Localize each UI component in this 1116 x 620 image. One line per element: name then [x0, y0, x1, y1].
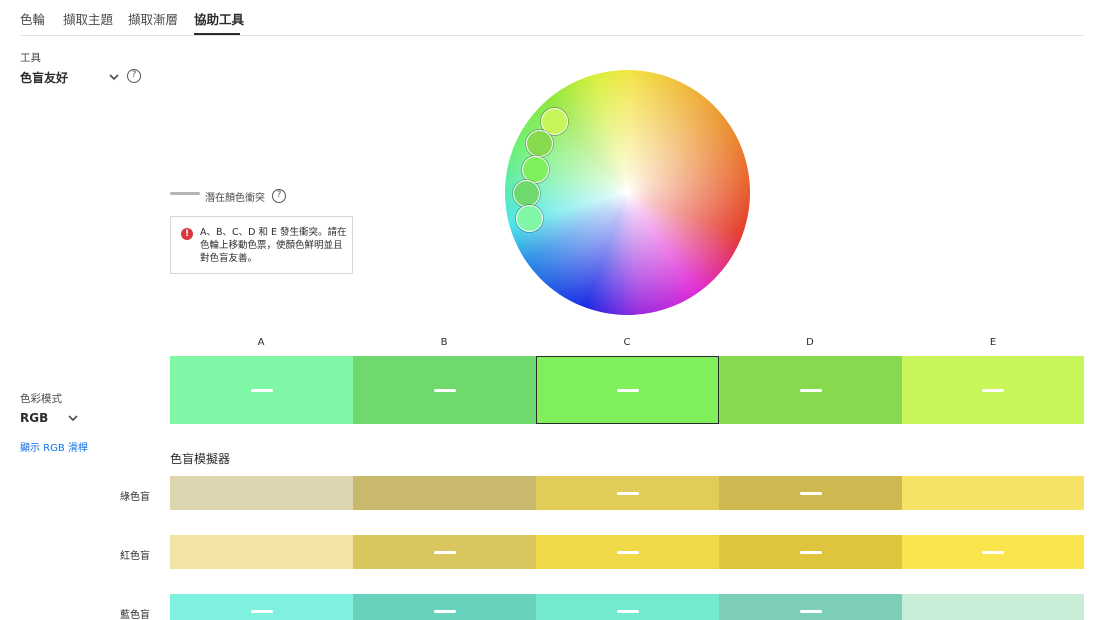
conflict-mark-icon: [616, 388, 639, 392]
wheel-color-handle[interactable]: [513, 180, 540, 207]
simulated-swatch: [902, 535, 1084, 569]
simulated-swatch: [353, 535, 536, 569]
conflict-mark-icon: [433, 609, 456, 613]
color-mode-dropdown-value[interactable]: RGB: [20, 411, 48, 425]
simulated-swatch: [170, 476, 353, 510]
conflict-help-icon[interactable]: ?: [272, 189, 286, 203]
conflict-mark-icon: [616, 609, 639, 613]
simulated-swatch: [536, 535, 719, 569]
conflict-mark-icon: [250, 388, 273, 392]
conflict-mark-icon: [799, 388, 822, 392]
error-icon: !: [181, 228, 193, 240]
simulated-swatch: [719, 594, 902, 620]
color-wheel[interactable]: [505, 70, 750, 315]
conflict-legend-text: 潛在顏色衝突: [205, 193, 265, 204]
tool-label: 工具: [20, 52, 41, 64]
simulated-swatch: [719, 476, 902, 510]
simulator-row-label: 紅色盲: [120, 551, 150, 562]
conflict-mark-icon: [250, 609, 273, 613]
simulated-swatch: [170, 535, 353, 569]
tab-accessibility-tools[interactable]: 協助工具: [194, 9, 244, 28]
simulator-row-label: 藍色盲: [120, 610, 150, 620]
show-rgb-sliders-link[interactable]: 顯示 RGB 滑桿: [20, 439, 88, 454]
color-mode-label: 色彩模式: [20, 393, 62, 405]
color-swatch-a[interactable]: [170, 356, 353, 424]
conflict-mark-icon: [799, 550, 822, 554]
wheel-color-handle[interactable]: [522, 156, 549, 183]
conflict-mark-icon: [982, 388, 1004, 392]
color-swatch-e[interactable]: [902, 356, 1084, 424]
tool-help-icon[interactable]: ?: [127, 69, 141, 83]
simulated-swatch: [902, 594, 1084, 620]
color-swatch-c[interactable]: [536, 356, 719, 424]
simulated-swatch: [536, 476, 719, 510]
conflict-mark-icon: [799, 609, 822, 613]
simulated-swatch: [353, 594, 536, 620]
colorblind-simulator-title: 色盲模擬器: [170, 452, 231, 466]
tab-extract-gradient[interactable]: 擷取漸層: [128, 9, 178, 28]
tab-color-wheel[interactable]: 色輪: [20, 9, 45, 28]
tool-dropdown-value[interactable]: 色盲友好: [20, 69, 68, 86]
color-swatch-b[interactable]: [353, 356, 536, 424]
conflict-warning-text: A、B、C、D 和 E 發生衝突。請在色輪上移動色票，使顏色鮮明並且對色盲友善。: [200, 227, 347, 264]
tab-extract-theme[interactable]: 擷取主題: [63, 9, 113, 28]
conflict-mark-icon: [616, 550, 639, 554]
simulated-swatch: [536, 594, 719, 620]
swatch-label-d: D: [806, 337, 814, 348]
tab-bar: 色輪 擷取主題 擷取漸層 協助工具: [20, 0, 1084, 36]
conflict-mark-icon: [433, 550, 456, 554]
conflict-mark-icon: [616, 491, 639, 495]
color-mode-chevron-down-icon[interactable]: [66, 411, 80, 425]
wheel-color-handle[interactable]: [526, 130, 553, 157]
simulated-swatch: [719, 535, 902, 569]
conflict-warning-box: ! A、B、C、D 和 E 發生衝突。請在色輪上移動色票，使顏色鮮明並且對色盲友…: [170, 216, 353, 274]
simulated-swatch: [353, 476, 536, 510]
tool-chevron-down-icon[interactable]: [107, 70, 121, 84]
swatch-label-b: B: [440, 337, 448, 348]
color-swatch-d[interactable]: [719, 356, 902, 424]
active-tab-indicator: [194, 33, 240, 35]
conflict-mark-icon: [982, 550, 1004, 554]
conflict-mark-icon: [799, 491, 822, 495]
conflict-line-icon: [170, 192, 200, 195]
wheel-color-handle[interactable]: [516, 205, 543, 232]
conflict-mark-icon: [433, 388, 456, 392]
swatch-label-e: E: [989, 337, 997, 348]
swatch-label-c: C: [623, 337, 631, 348]
simulated-swatch: [170, 594, 353, 620]
simulator-row-label: 綠色盲: [120, 492, 150, 503]
swatch-label-a: A: [257, 337, 265, 348]
simulated-swatch: [902, 476, 1084, 510]
